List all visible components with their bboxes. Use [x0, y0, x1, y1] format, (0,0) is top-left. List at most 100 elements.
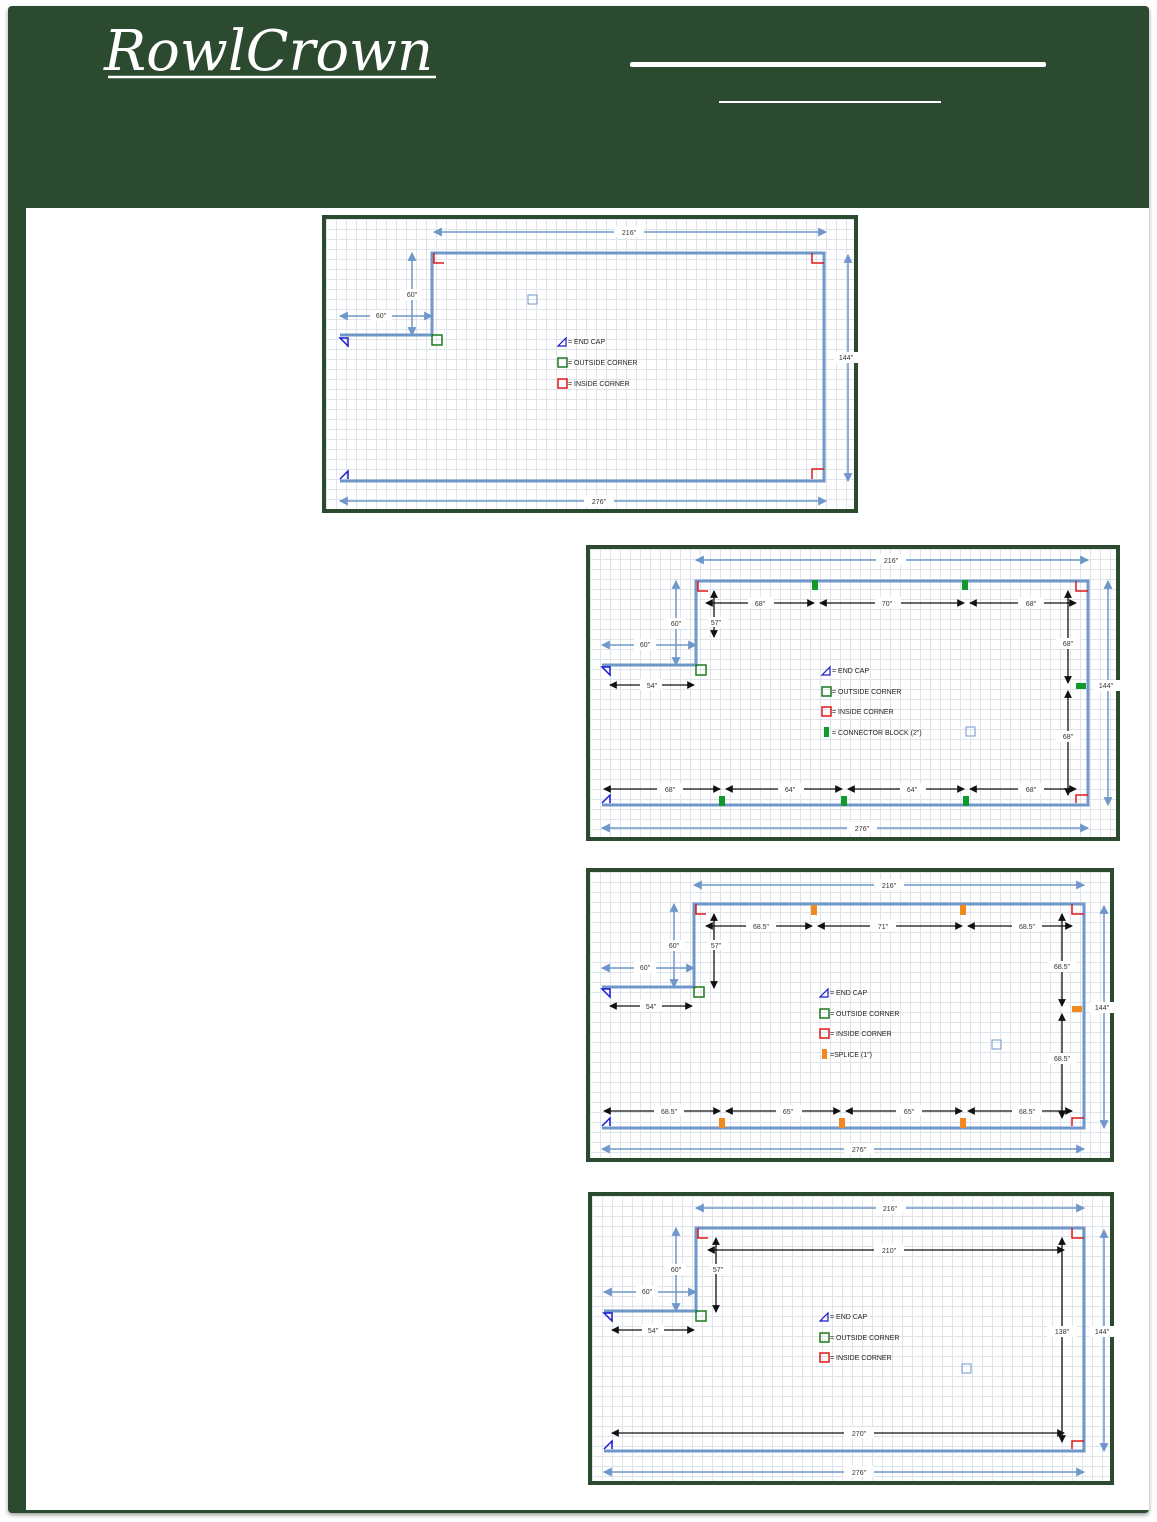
end-cap-icon — [601, 793, 611, 804]
end-cap-icon — [600, 666, 611, 677]
dim-inner-vertical: 57" — [711, 620, 722, 627]
dim-bottom: 276" — [855, 826, 870, 833]
inside-corner-icon — [811, 468, 824, 479]
connector-block — [719, 796, 725, 806]
dim-jog-vertical: 60" — [671, 1267, 682, 1274]
legend-inside-corner: = INSIDE CORNER — [830, 1355, 892, 1362]
dim-jog-horizontal: 60" — [640, 965, 651, 972]
legend-outside-corner-icon — [819, 1008, 830, 1019]
inside-corner-icon — [1075, 794, 1088, 803]
legend-outside-corner-icon — [557, 357, 568, 368]
dim-inner-horizontal: 54" — [647, 683, 658, 690]
dim-bottom-segment: 64" — [785, 787, 796, 794]
legend-inside-corner-icon — [819, 1352, 830, 1363]
dim-inner-horizontal: 54" — [646, 1004, 657, 1011]
dim-top-segment: 68.5" — [1019, 924, 1036, 931]
dim-inner-vertical: 57" — [711, 943, 722, 950]
splice — [719, 1118, 725, 1128]
end-cap-icon — [601, 1116, 611, 1127]
dim-right-segment: 68" — [1063, 641, 1074, 648]
dim-top: 216" — [884, 558, 899, 565]
logo-wordmark: RowlCrown — [103, 19, 433, 84]
dim-top: 216" — [882, 883, 897, 890]
dim-bottom-segment: 68" — [1026, 787, 1037, 794]
dim-top-segment: 68" — [755, 601, 766, 608]
dim-top: 216" — [883, 1206, 898, 1213]
legend-outside-corner: = OUTSIDE CORNER — [830, 1335, 899, 1342]
dim-right-segment: 68.5" — [1054, 1056, 1071, 1063]
marker-square — [527, 294, 538, 305]
dim-bottom: 276" — [852, 1147, 867, 1154]
dim-inner-vertical: 57" — [713, 1267, 724, 1274]
end-cap-icon — [338, 337, 349, 348]
splice — [811, 905, 817, 915]
dim-right-segment: 68" — [1063, 734, 1074, 741]
legend-outside-corner-icon — [821, 686, 832, 697]
dim-bottom-segment: 65" — [904, 1109, 915, 1116]
legend-outside-corner: = OUTSIDE CORNER — [568, 360, 637, 367]
dim-right-segment: 68.5" — [1054, 964, 1071, 971]
connector-block — [962, 580, 968, 590]
splice — [839, 1118, 845, 1128]
dim-top: 216" — [622, 230, 637, 237]
dim-bottom-segment: 68.5" — [661, 1109, 678, 1116]
legend-end-cap: = END CAP — [832, 668, 869, 675]
dim-top-segment: 71" — [878, 924, 889, 931]
dim-top-segment: 68.5" — [753, 924, 770, 931]
dim-top-segment: 70" — [882, 601, 893, 608]
connector-block — [812, 580, 818, 590]
dim-jog-vertical: 60" — [671, 621, 682, 628]
legend-end-cap: = END CAP — [830, 990, 867, 997]
legend-outside-corner: = OUTSIDE CORNER — [832, 689, 901, 696]
dim-jog-horizontal: 60" — [642, 1289, 653, 1296]
legend-inside-corner: = INSIDE CORNER — [832, 709, 894, 716]
legend-inside-corner-icon — [557, 378, 568, 389]
dim-right: 144" — [839, 355, 854, 362]
end-cap-icon — [602, 1312, 613, 1323]
dim-right: 144" — [1099, 683, 1114, 690]
legend-end-cap: = END CAP — [830, 1314, 867, 1321]
diagram-splices: 216" 144" 276" 60" 60" 57" 54" 68.5" 71"… — [586, 868, 1116, 1162]
legend-end-cap: = END CAP — [568, 339, 605, 346]
marker-square — [961, 1363, 972, 1374]
marker-square — [991, 1039, 1002, 1050]
inside-corner-icon — [1071, 1440, 1084, 1449]
dim-jog-horizontal: 60" — [640, 642, 651, 649]
marker-square — [965, 726, 976, 737]
legend-end-cap-icon — [556, 336, 567, 347]
dim-inner-bottom: 270" — [852, 1431, 867, 1438]
end-cap-icon — [603, 1439, 613, 1450]
dim-inner-horizontal: 54" — [648, 1328, 659, 1335]
dim-bottom: 276" — [592, 499, 607, 506]
legend-end-cap-icon — [820, 665, 831, 676]
dim-bottom-segment: 68" — [665, 787, 676, 794]
connector-block — [963, 796, 969, 806]
dim-top-segment: 68" — [1026, 601, 1037, 608]
diagram-overview: 216" 144" 276" 60" 60" = END CAP = OUTSI… — [322, 215, 860, 513]
dim-jog-vertical: 60" — [407, 292, 418, 299]
connector-block — [841, 796, 847, 806]
legend-inside-corner: = INSIDE CORNER — [830, 1031, 892, 1038]
legend-splice-icon — [822, 1049, 827, 1059]
legend-end-cap-icon — [818, 987, 829, 998]
diagram-connector-blocks: 216" 144" 276" 60" 60" 57" 54" 68" 70" 6… — [586, 545, 1120, 841]
legend-connector-block: = CONNECTOR BLOCK (2") — [832, 730, 922, 737]
legend-splice: =SPLICE (1") — [830, 1052, 872, 1059]
legend-inside-corner-icon — [821, 706, 832, 717]
legend-end-cap-icon — [818, 1311, 829, 1322]
dim-inner-top: 210" — [882, 1248, 897, 1255]
dim-bottom: 276" — [852, 1470, 867, 1477]
dim-right: 144" — [1095, 1329, 1110, 1336]
dim-bottom-segment: 68.5" — [1019, 1109, 1036, 1116]
legend-inside-corner: = INSIDE CORNER — [568, 381, 630, 388]
rowlcrown-logo: RowlCrown — [103, 19, 436, 84]
dim-jog-vertical: 60" — [669, 943, 680, 950]
dim-right: 144" — [1095, 1005, 1110, 1012]
splice — [960, 1118, 966, 1128]
legend-outside-corner-icon — [819, 1332, 830, 1343]
end-cap-icon — [339, 469, 349, 480]
connector-block — [1076, 683, 1086, 689]
diagram-inner-dimensions: 216" 144" 276" 60" 60" 57" 54" 210" 138"… — [588, 1192, 1116, 1485]
legend-outside-corner: = OUTSIDE CORNER — [830, 1011, 899, 1018]
dim-inner-right: 138" — [1055, 1329, 1070, 1336]
